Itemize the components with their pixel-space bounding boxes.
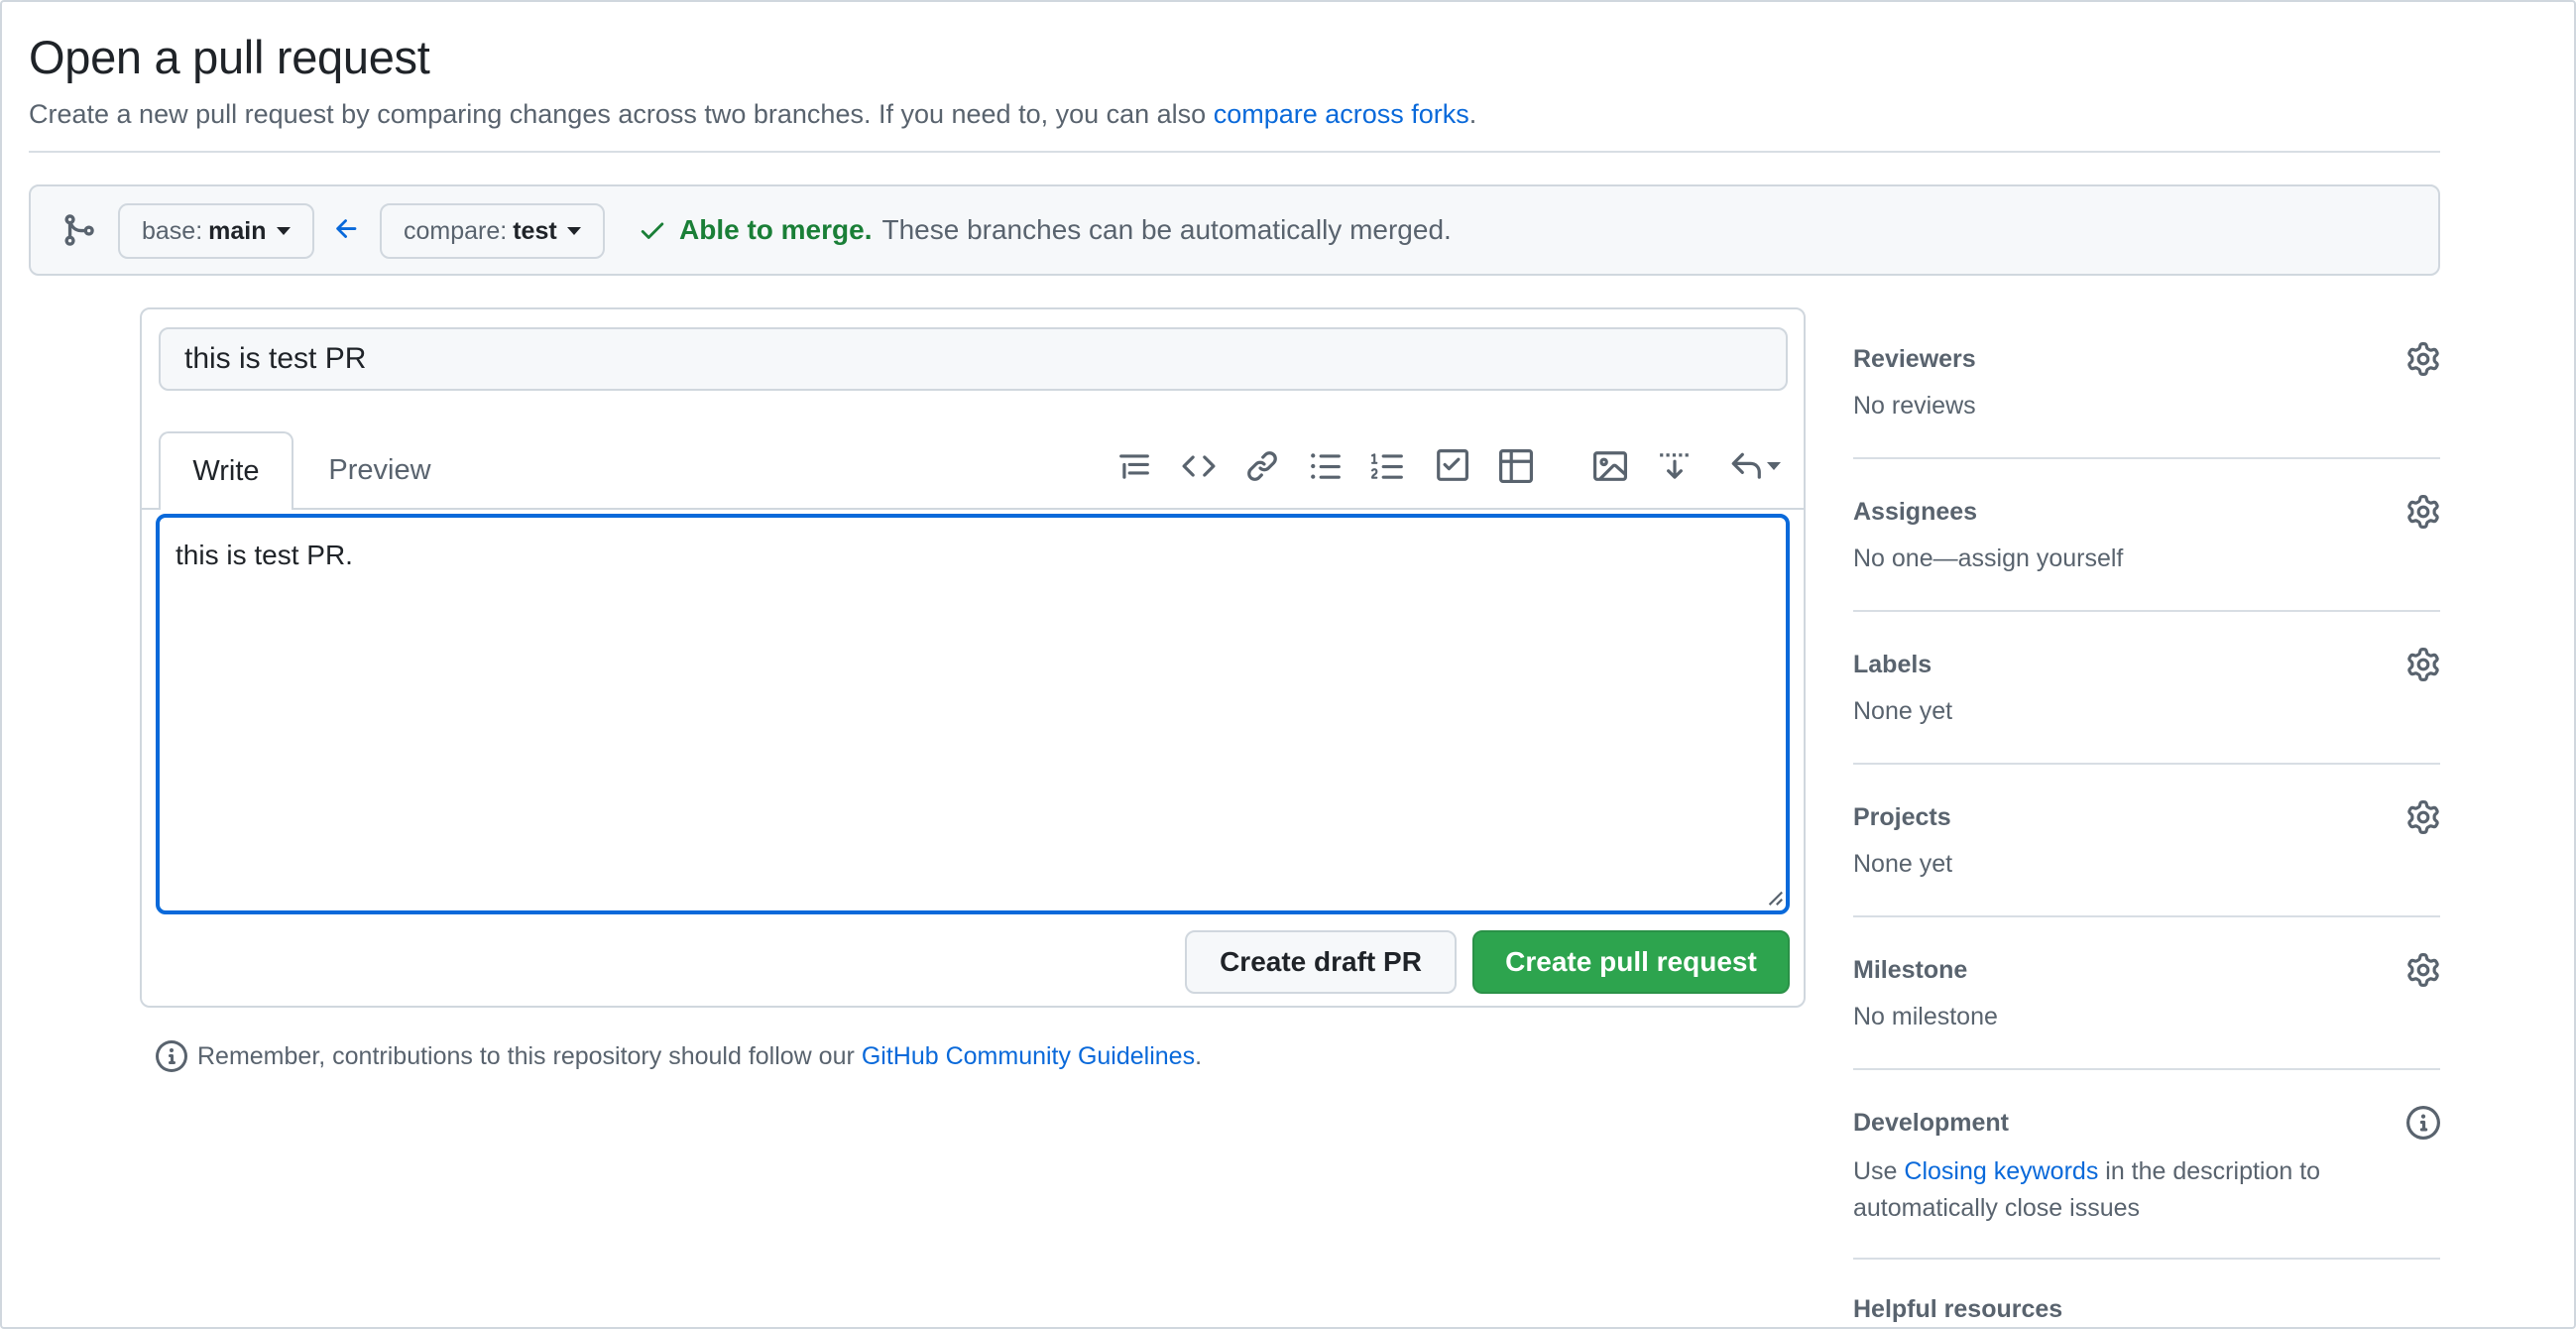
contribution-reminder: Remember, contributions to this reposito…: [156, 1040, 1202, 1072]
merge-status: Able to merge. These branches can be aut…: [638, 214, 1452, 246]
details-button[interactable]: [1654, 445, 1696, 487]
helpful-resources-heading: Helpful resources: [1853, 1295, 2063, 1323]
branch-range-bar: base: main compare: test Able to merge. Th…: [29, 184, 2440, 276]
sidebar-divider: [1853, 457, 2440, 459]
gear-icon[interactable]: [2406, 953, 2440, 987]
sidebar-assignees: Assignees No one—assign yourself: [1853, 495, 2440, 614]
image-button[interactable]: [1589, 445, 1631, 487]
closing-keywords-link[interactable]: Closing keywords: [1904, 1157, 2098, 1185]
merge-ok-text: Able to merge.: [679, 214, 873, 245]
reminder-text: Remember, contributions to this reposito…: [197, 1041, 855, 1070]
sidebar-divider: [1853, 610, 2440, 612]
resize-handle-icon[interactable]: [1766, 889, 1784, 906]
link-button[interactable]: [1241, 445, 1283, 487]
community-guidelines-link[interactable]: GitHub Community Guidelines: [862, 1042, 1195, 1071]
gear-icon[interactable]: [2406, 648, 2440, 681]
pull-request-form: Write Preview: [140, 307, 1806, 1008]
base-label: base:: [142, 216, 203, 245]
reviewers-value: No reviews: [1853, 392, 1976, 420]
milestone-heading[interactable]: Milestone: [1853, 956, 1967, 985]
gear-icon[interactable]: [2406, 342, 2440, 376]
reminder-end: .: [1195, 1041, 1203, 1070]
heading-icon: [1119, 454, 1149, 479]
pr-body-textarea[interactable]: this is test PR.: [156, 514, 1790, 914]
projects-value: None yet: [1853, 850, 1953, 878]
info-icon: [156, 1040, 187, 1072]
ordered-list-icon: [1371, 453, 1403, 479]
sidebar-development: Development Use Closing keywords in the …: [1853, 1106, 2440, 1304]
sidebar-divider: [1853, 915, 2440, 917]
labels-value: None yet: [1853, 697, 1953, 725]
page-frame: Open a pull request Create a new pull re…: [0, 0, 2576, 1329]
base-branch-select[interactable]: base: main: [118, 203, 314, 259]
page-subtitle-text: Create a new pull request by comparing c…: [29, 99, 1214, 129]
tab-preview[interactable]: Preview: [310, 431, 449, 510]
chevron-down-icon: [1767, 462, 1781, 470]
title-divider: [29, 151, 2440, 153]
unordered-list-icon: [1311, 453, 1341, 479]
assignees-value[interactable]: No one—assign yourself: [1853, 541, 2123, 577]
sidebar-labels: Labels None yet: [1853, 648, 2440, 767]
compare-branches-icon: [64, 214, 94, 246]
table-icon: [1499, 449, 1533, 483]
sidebar-projects: Projects None yet: [1853, 800, 2440, 919]
compare-label: compare:: [404, 216, 508, 245]
labels-heading[interactable]: Labels: [1853, 651, 1932, 679]
gear-icon[interactable]: [2406, 800, 2440, 834]
pr-title-input[interactable]: [159, 327, 1788, 391]
merge-message: These branches can be automatically merg…: [881, 214, 1452, 245]
compare-branch-select[interactable]: compare: test: [380, 203, 605, 259]
development-heading: Development: [1853, 1109, 2009, 1137]
code-button[interactable]: [1178, 445, 1220, 487]
projects-heading[interactable]: Projects: [1853, 803, 1951, 832]
sidebar-divider: [1853, 1068, 2440, 1070]
ordered-list-button[interactable]: [1367, 445, 1409, 487]
page-title: Open a pull request: [29, 31, 430, 83]
undo-icon: [1731, 452, 1761, 479]
development-value: Use Closing keywords in the description …: [1853, 1153, 2389, 1227]
image-icon: [1593, 451, 1627, 481]
page-subtitle: Create a new pull request by comparing c…: [29, 99, 1476, 130]
create-draft-pr-button[interactable]: Create draft PR: [1185, 930, 1457, 994]
undo-button[interactable]: [1723, 445, 1787, 487]
assignees-heading[interactable]: Assignees: [1853, 498, 1977, 527]
heading-button[interactable]: [1113, 445, 1155, 487]
task-list-button[interactable]: [1431, 445, 1472, 487]
sidebar-divider: [1853, 763, 2440, 765]
check-icon: [641, 222, 664, 239]
compare-branch-name: test: [513, 216, 557, 245]
unordered-list-button[interactable]: [1305, 445, 1347, 487]
code-icon: [1182, 455, 1216, 477]
milestone-value: No milestone: [1853, 1003, 1998, 1030]
tab-write[interactable]: Write: [159, 431, 293, 510]
task-list-icon: [1437, 449, 1468, 481]
sidebar-helpful-resources: Helpful resources: [1853, 1295, 2440, 1327]
chevron-down-icon: [276, 227, 291, 235]
info-icon[interactable]: [2406, 1106, 2440, 1140]
sidebar-milestone: Milestone No milestone: [1853, 953, 2440, 1072]
details-icon: [1660, 453, 1689, 479]
reviewers-heading[interactable]: Reviewers: [1853, 345, 1976, 374]
editor-tabs: Write Preview: [142, 423, 1804, 512]
create-pull-request-button[interactable]: Create pull request: [1472, 930, 1790, 994]
base-branch-name: main: [208, 216, 267, 245]
arrow-left-icon: [336, 219, 357, 238]
page-subtitle-end: .: [1468, 99, 1477, 129]
chevron-down-icon: [566, 227, 581, 235]
table-button[interactable]: [1495, 445, 1537, 487]
sidebar-reviewers: Reviewers No reviews: [1853, 342, 2440, 461]
compare-across-forks-link[interactable]: compare across forks: [1214, 99, 1469, 129]
development-text-pre: Use: [1853, 1157, 1905, 1185]
sidebar-divider: [1853, 1258, 2440, 1260]
link-icon: [1247, 451, 1277, 481]
gear-icon[interactable]: [2406, 495, 2440, 529]
